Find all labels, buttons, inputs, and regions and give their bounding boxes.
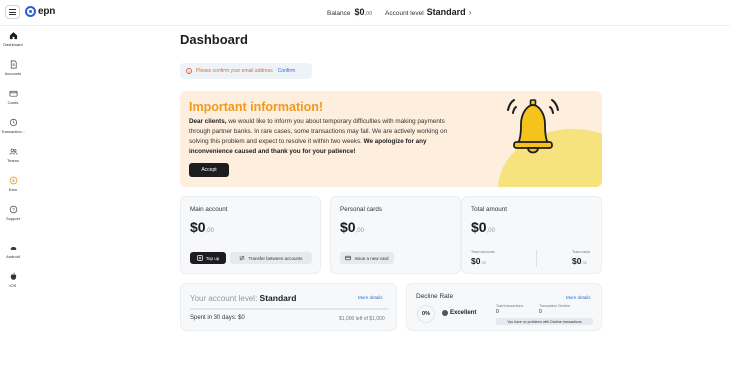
- account-level-value: Standard: [426, 7, 466, 17]
- sidebar-item-transactions[interactable]: Transaction...: [0, 118, 26, 134]
- sidebar-item-label: Teams: [7, 158, 19, 163]
- team-cards-label: Team cards: [572, 250, 591, 254]
- account-level-more-details-link[interactable]: More details: [358, 295, 383, 300]
- sidebar-item-ios[interactable]: iOS: [0, 272, 26, 288]
- total-amount-card: Total amount $0,00 Team accounts $0,00 T…: [461, 196, 602, 274]
- accept-button[interactable]: Accept: [189, 163, 229, 177]
- issue-card-label: Issue a new card: [354, 255, 389, 261]
- sidebar-item-support[interactable]: ? Support: [0, 205, 26, 221]
- balance-amount: $0,00: [354, 7, 373, 17]
- total-transactions-label: Total transactions: [496, 304, 524, 308]
- info-text: Dear clients, we would like to inform yo…: [189, 118, 448, 155]
- total-transactions-value: 0: [496, 309, 499, 315]
- page-title: Dashboard: [180, 32, 248, 47]
- status-dot-icon: [442, 310, 448, 316]
- sidebar-item-label: Earn: [8, 187, 18, 192]
- logo-text: epn: [38, 6, 56, 17]
- sidebar-item-label: Dashboard: [3, 42, 23, 47]
- apple-icon: [9, 272, 18, 281]
- decline-rate-card: Decline Rate More details 0% Excellent T…: [406, 283, 602, 331]
- sidebar-item-label: Transaction...: [0, 129, 26, 134]
- card-title: Personal cards: [340, 206, 382, 213]
- menu-toggle-button[interactable]: [5, 5, 20, 19]
- android-icon: [9, 243, 18, 252]
- personal-cards-card: Personal cards $0,00 Issue a new card: [330, 196, 461, 274]
- transfer-label: Transfer between accounts: [248, 255, 303, 261]
- decline-percent-gauge: 0%: [417, 305, 435, 323]
- spend-progress-bar: [190, 308, 388, 310]
- header-balance: Balance $0,00: [327, 7, 372, 17]
- sidebar-item-android[interactable]: Android: [0, 243, 26, 259]
- account-level-card: Your account level: Standard More detail…: [180, 283, 397, 331]
- top-up-label: Top up: [205, 255, 220, 261]
- logo[interactable]: epn: [25, 6, 55, 17]
- document-icon: [9, 60, 18, 69]
- account-level-label: Account level: [385, 10, 424, 17]
- important-info-banner: Important information! Dear clients, we …: [180, 91, 602, 187]
- sidebar: Dashboard Accounts Cards Transaction... …: [0, 26, 26, 376]
- help-icon: ?: [9, 205, 18, 214]
- personal-cards-amount: $0,00: [340, 219, 364, 235]
- team-cards-amount: $0,00: [572, 256, 588, 266]
- email-confirm-alert: ! Please confirm your email address Conf…: [180, 63, 312, 79]
- limit-left-text: $1,000 left of $1,000: [339, 316, 385, 322]
- sidebar-item-label: Android: [6, 254, 20, 259]
- card-plus-icon: [196, 255, 203, 261]
- sidebar-item-accounts[interactable]: Accounts: [0, 60, 26, 76]
- svg-text:$: $: [12, 178, 15, 183]
- confirm-email-link[interactable]: Confirm: [278, 68, 296, 74]
- home-icon: [9, 31, 18, 40]
- decline-more-details-link[interactable]: More details: [566, 295, 591, 300]
- account-level-heading: Your account level: Standard: [190, 293, 297, 303]
- sidebar-item-label: Accounts: [4, 71, 22, 76]
- bell-icon: [507, 99, 559, 154]
- team-accounts-amount: $0,00: [471, 256, 487, 266]
- balance-label: Balance: [327, 10, 351, 17]
- sidebar-item-teams[interactable]: Teams: [0, 147, 26, 163]
- issue-card-button[interactable]: Issue a new card: [340, 252, 394, 264]
- main-account-amount: $0,00: [190, 219, 214, 235]
- transfer-icon: [239, 255, 246, 261]
- info-title: Important information!: [189, 100, 324, 114]
- sidebar-item-label: Cards: [7, 100, 19, 105]
- transaction-decline-value: 0: [539, 309, 542, 315]
- warning-icon: !: [186, 68, 192, 74]
- chevron-right-icon: ›: [468, 8, 472, 17]
- top-bar: epn Balance $0,00 Account level Standard…: [0, 0, 730, 26]
- sidebar-item-earn[interactable]: $ Earn: [0, 176, 26, 192]
- email-alert-message: Please confirm your email address: [196, 68, 273, 74]
- no-problems-notice: You have no problems with Decline transa…: [496, 318, 593, 325]
- card-title: Total amount: [471, 206, 508, 213]
- sidebar-item-label: Support: [5, 216, 20, 221]
- history-icon: [9, 118, 18, 127]
- top-up-button[interactable]: Top up: [190, 252, 226, 264]
- total-amount-value: $0,00: [471, 219, 495, 235]
- transfer-button[interactable]: Transfer between accounts: [230, 252, 312, 264]
- coin-icon: $: [9, 176, 18, 185]
- team-icon: [9, 147, 18, 156]
- divider: [536, 250, 537, 267]
- spent-text: Spent in 30 days: $0: [190, 315, 245, 321]
- main-account-card: Main account $0,00 Top up Transfer betwe…: [180, 196, 321, 274]
- sidebar-item-label: iOS: [9, 283, 17, 288]
- card-icon: [9, 89, 18, 98]
- header-account-level[interactable]: Account level Standard ›: [385, 7, 471, 17]
- transaction-decline-label: Transaction Decline: [539, 304, 570, 308]
- card-title: Main account: [190, 206, 228, 213]
- svg-text:?: ?: [12, 207, 15, 212]
- decline-rate-title: Decline Rate: [416, 293, 454, 300]
- sidebar-item-dashboard[interactable]: Dashboard: [0, 31, 26, 47]
- team-accounts-label: Team accounts: [471, 250, 495, 254]
- logo-icon: [25, 6, 36, 17]
- card-icon: [345, 255, 352, 261]
- sidebar-item-cards[interactable]: Cards: [0, 89, 26, 105]
- decline-status: Excellent: [442, 310, 476, 316]
